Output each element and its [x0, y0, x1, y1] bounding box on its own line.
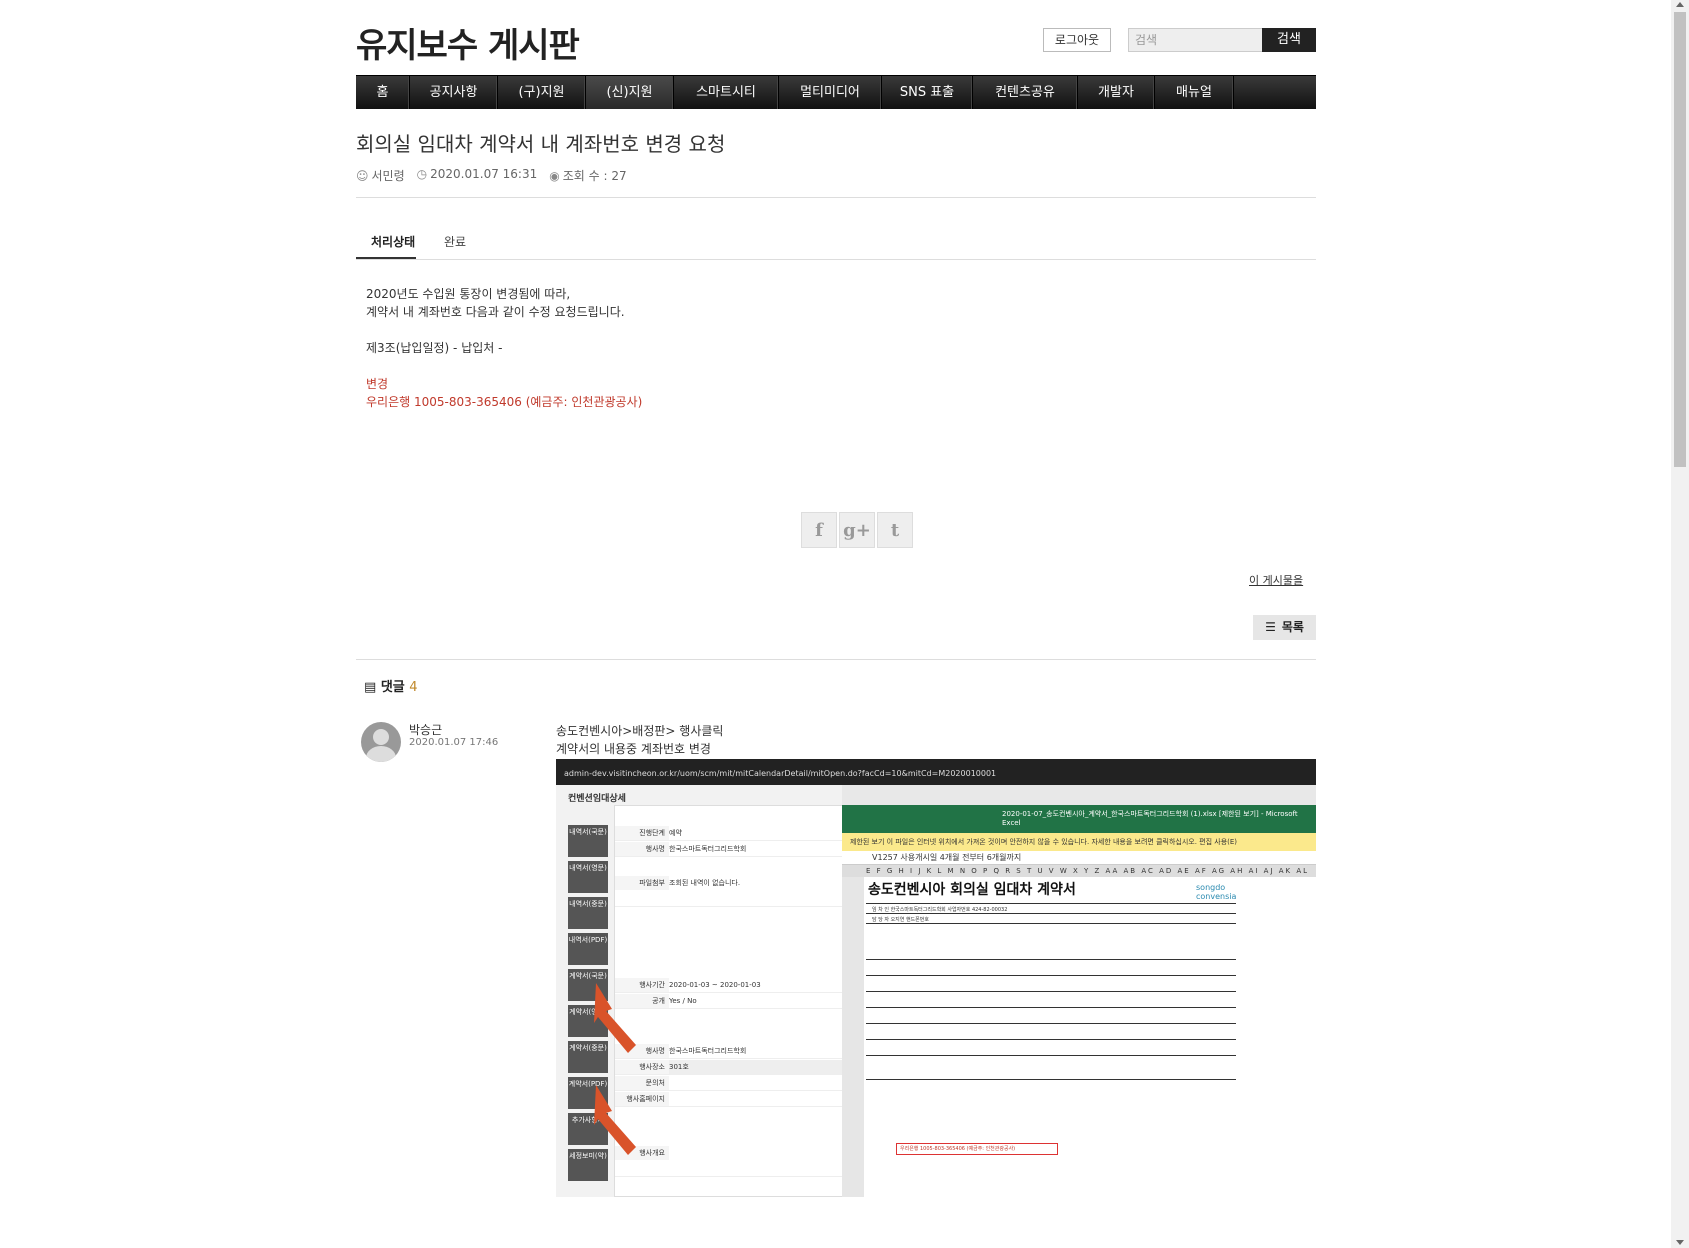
comment-author[interactable]: 박승근 [409, 721, 442, 738]
nav-item-multimedia[interactable]: 멀티미디어 [779, 76, 882, 109]
comment-text: 송도컨벤시아>배정판> 행사클릭 계약서의 내용중 계좌번호 변경 [556, 724, 724, 756]
comment-icon: ▤ [364, 680, 377, 695]
post-action-link[interactable]: 이 게시물을 [1249, 572, 1303, 588]
status-label: 처리상태 [371, 235, 416, 249]
body-line-3: 제3조(납입일정) - 납입처 - [366, 341, 503, 355]
browser-bar: admin-dev.visitincheon.or.kr/uom/scm/mit… [556, 759, 1316, 785]
divider [356, 197, 1316, 198]
eye-icon: ◉ [549, 169, 560, 183]
excel-window: 2020-01-07_송도컨벤시아_계약서_한국스마트독터그리드학회 (1).x… [842, 805, 1316, 1197]
nav-item-old-support[interactable]: (구)지원 [498, 76, 586, 109]
twitter-icon: t [890, 519, 900, 541]
nav-item-manual[interactable]: 매뉴얼 [1155, 76, 1234, 109]
browser-url: admin-dev.visitincheon.or.kr/uom/scm/mit… [564, 769, 997, 778]
convensia-logo: songdo convensia [1196, 883, 1237, 901]
post-date: ◷ 2020.01.07 16:31 [416, 167, 538, 181]
red-arrow-icon [594, 1085, 636, 1155]
post-views: ◉ 조회 수 : 27 [549, 169, 627, 183]
comment-screenshot-image: admin-dev.visitincheon.or.kr/uom/scm/mit… [556, 759, 1316, 1197]
contract-document: 송도컨벤시아 회의실 임대차 계약서 songdo convensia 임 차 … [866, 879, 1236, 1195]
post-author: ☺ 서민령 [356, 169, 405, 183]
scroll-up-icon[interactable] [1676, 2, 1684, 7]
body-line-4: 변경 [366, 377, 389, 391]
list-icon: ☰ [1265, 620, 1276, 634]
comment-date: 2020.01.07 17:46 [409, 737, 499, 748]
search-button[interactable]: 검색 [1262, 28, 1316, 52]
body-line-1: 2020년도 수입원 통장이 변경됨에 따라, [366, 287, 571, 301]
excel-row-headers [842, 877, 864, 1197]
page-scrollbar[interactable] [1671, 0, 1689, 1248]
post-body: 2020년도 수입원 통장이 변경됨에 따라, 계약서 내 계좌번호 다음과 같… [366, 285, 642, 411]
excel-column-headers: E F G H I J K L M N O P Q R S T U V W X … [842, 865, 1316, 877]
excel-ribbon: 2020-01-07_송도컨벤시아_계약서_한국스마트독터그리드학회 (1).x… [842, 805, 1316, 833]
body-line-5: 우리은행 1005-803-365406 (예금주: 인천관광공사) [366, 395, 643, 409]
list-button[interactable]: ☰ 목록 [1253, 615, 1316, 640]
facebook-share-button[interactable]: f [801, 512, 837, 548]
admin-pane: 컨벤션임대상세 내역서(국문) 내역서(영문) 내역서(중문) 내역서(PDF)… [556, 785, 844, 1197]
status-underline [356, 257, 416, 259]
annotation-arrows [594, 983, 636, 1155]
divider [356, 659, 1316, 660]
facebook-icon: f [815, 519, 823, 541]
nav-item-developer[interactable]: 개발자 [1078, 76, 1155, 109]
excel-formula-bar: V1257 사용개시일 4개월 전부터 6개월까지 [842, 851, 1316, 865]
scroll-down-icon[interactable] [1676, 1240, 1684, 1245]
status-value: 완료 [444, 235, 467, 249]
contract-title: 송도컨벤시아 회의실 임대차 계약서 [868, 882, 1076, 898]
post-meta: ☺ 서민령 ◷ 2020.01.07 16:31 ◉ 조회 수 : 27 [356, 167, 627, 184]
user-icon: ☺ [356, 169, 369, 183]
body-line-2: 계약서 내 계좌번호 다음과 같이 수정 요청드립니다. [366, 305, 625, 319]
google-plus-icon: g+ [843, 519, 871, 541]
red-arrow-icon [594, 983, 636, 1053]
nav-item-home[interactable]: 홈 [356, 76, 410, 109]
twitter-share-button[interactable]: t [877, 512, 913, 548]
status-row: 처리상태 완료 [356, 225, 1316, 260]
excel-title: 2020-01-07_송도컨벤시아_계약서_한국스마트독터그리드학회 (1).x… [1002, 810, 1298, 827]
google-plus-share-button[interactable]: g+ [839, 512, 875, 548]
comment-count: 4 [409, 680, 418, 695]
site-title[interactable]: 유지보수 게시판 [356, 18, 580, 67]
search-input[interactable]: 검색 [1128, 28, 1272, 52]
scroll-thumb[interactable] [1674, 12, 1686, 467]
logout-button[interactable]: 로그아웃 [1043, 28, 1111, 52]
clock-icon: ◷ [416, 167, 428, 181]
avatar [361, 722, 401, 762]
main-nav: 홈 공지사항 (구)지원 (신)지원 스마트시티 멀티미디어 SNS 표출 컨텐… [356, 75, 1316, 109]
share-buttons: f g+ t [801, 512, 913, 548]
excel-protected-view-bar: 제한된 보기 이 파일은 인터넷 위치에서 가져온 것이며 안전하지 않을 수 … [842, 833, 1316, 851]
nav-item-sns[interactable]: SNS 표출 [882, 76, 973, 109]
nav-item-notice[interactable]: 공지사항 [410, 76, 498, 109]
nav-item-new-support[interactable]: (신)지원 [586, 76, 674, 109]
post-title: 회의실 임대차 계약서 내 계좌번호 변경 요청 [356, 132, 726, 156]
comments-header: ▤ 댓글 4 [364, 680, 418, 695]
nav-item-smartcity[interactable]: 스마트시티 [674, 76, 779, 109]
nav-item-content-share[interactable]: 컨텐츠공유 [973, 76, 1078, 109]
